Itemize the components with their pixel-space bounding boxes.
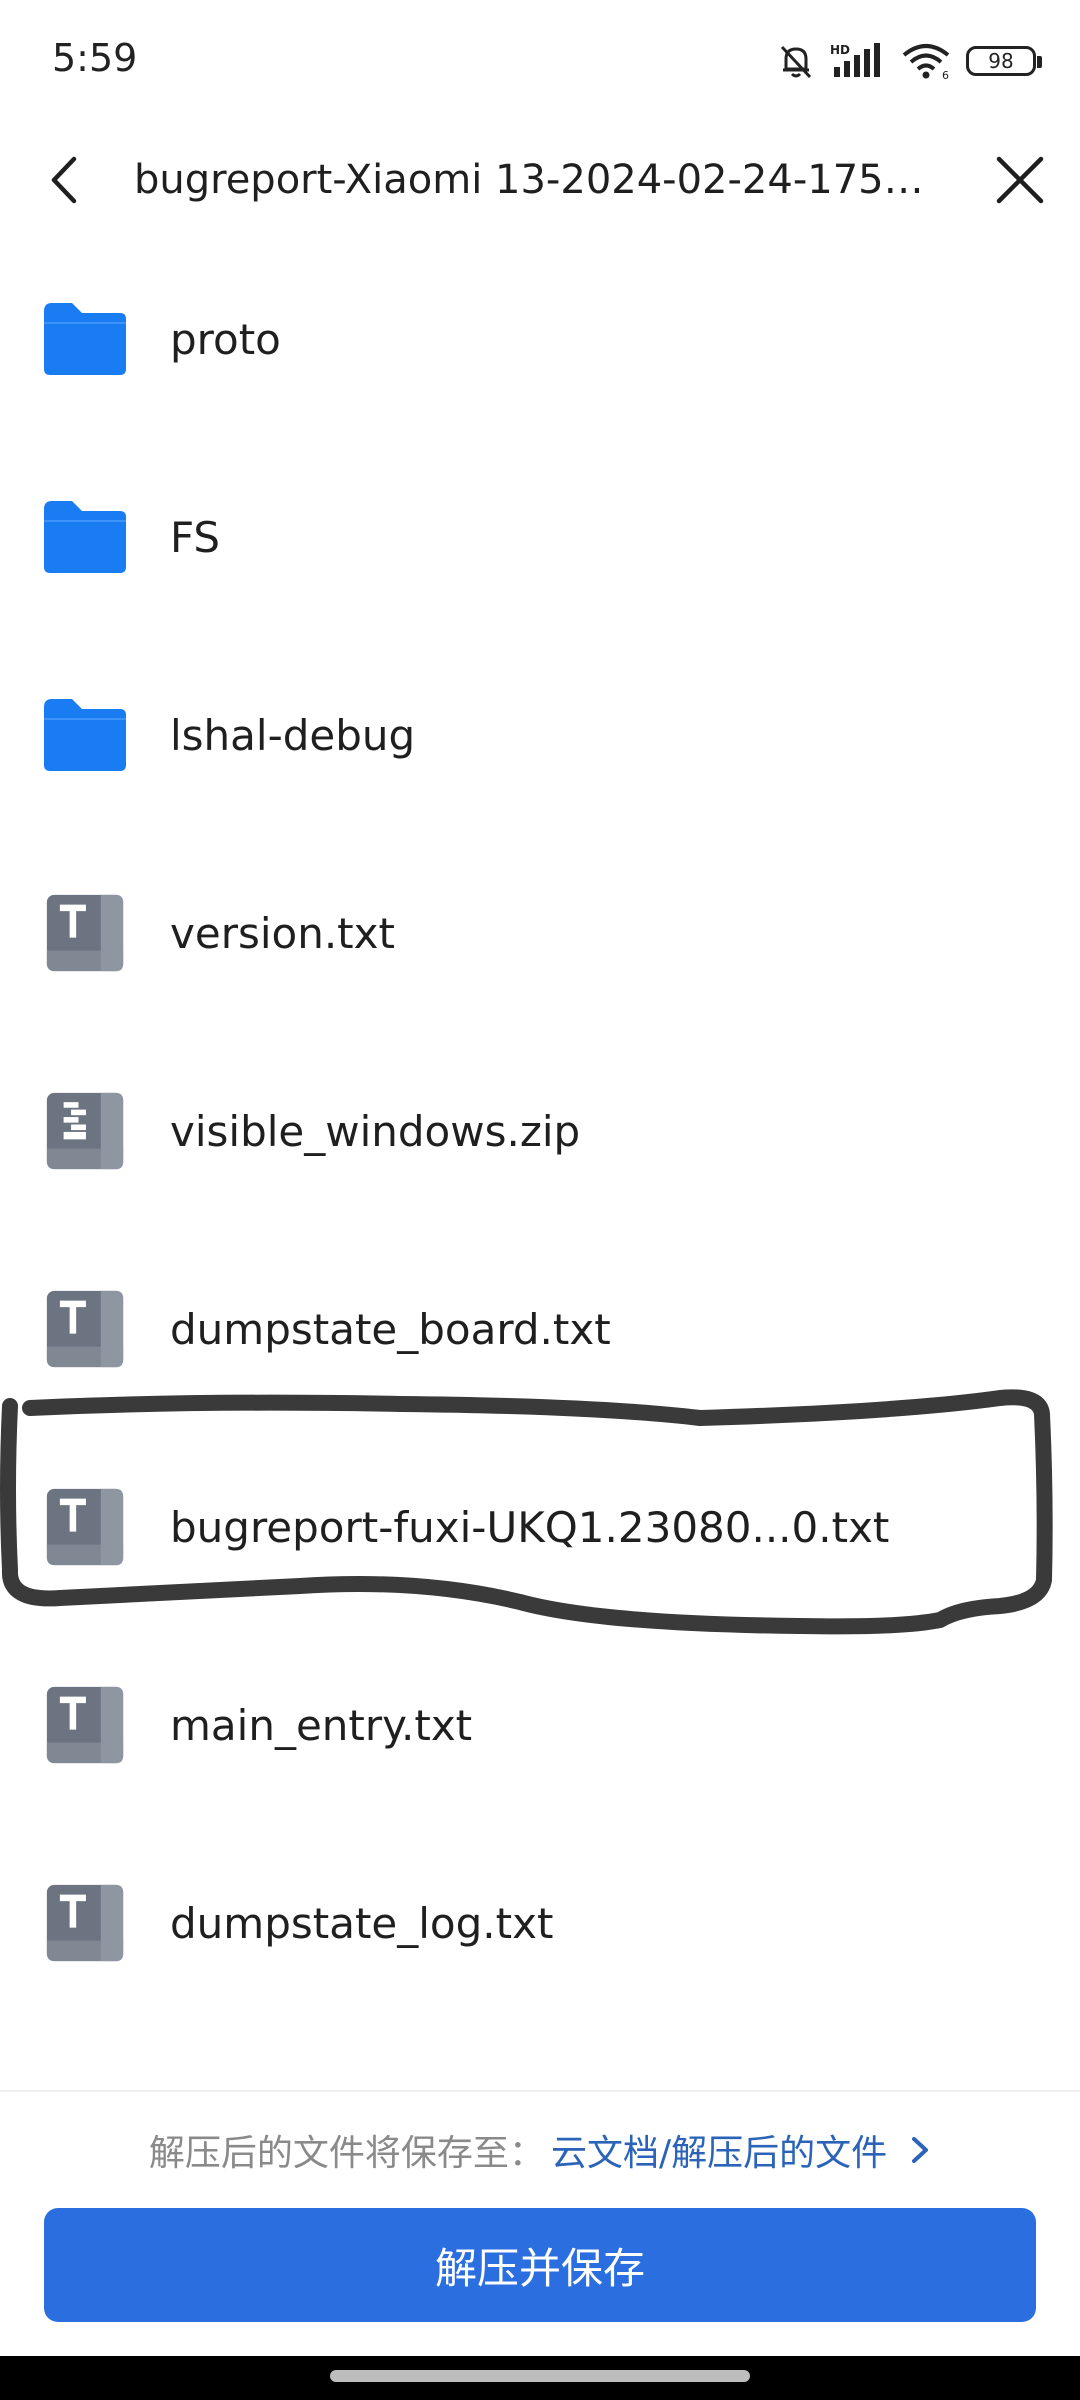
svg-text:6: 6 bbox=[942, 69, 949, 81]
extract-and-save-button[interactable]: 解压并保存 bbox=[44, 2208, 1036, 2322]
battery-icon: 98 bbox=[966, 46, 1042, 76]
folder-icon bbox=[44, 699, 126, 771]
file-name: dumpstate_log.txt bbox=[170, 1898, 554, 1948]
save-path-label: 解压后的文件将保存至： bbox=[148, 2133, 545, 2174]
svg-text:HD: HD bbox=[830, 43, 850, 57]
navigation-bar bbox=[0, 2356, 1080, 2400]
hd-signal-icon: HD bbox=[830, 43, 880, 77]
file-row-bugreport-fuxi[interactable]: bugreport-fuxi-UKQ1.23080...0.txt bbox=[0, 1428, 1080, 1626]
file-name: dumpstate_board.txt bbox=[170, 1304, 611, 1354]
page-title: bugreport-Xiaomi 13-2024-02-24-175… bbox=[134, 157, 924, 203]
bottom-divider bbox=[0, 2090, 1080, 2092]
text-file-icon bbox=[46, 1488, 124, 1566]
text-file-icon bbox=[46, 1290, 124, 1368]
wifi-icon: 6 bbox=[902, 44, 950, 81]
text-file-icon bbox=[46, 894, 124, 972]
file-row-dumpstate-log[interactable]: dumpstate_log.txt bbox=[0, 1824, 1080, 2022]
status-time: 5:59 bbox=[52, 36, 138, 80]
file-name: bugreport-fuxi-UKQ1.23080...0.txt bbox=[170, 1502, 890, 1552]
file-row-fs[interactable]: FS bbox=[0, 438, 1080, 636]
text-file-icon bbox=[46, 1884, 124, 1962]
file-row-main-entry[interactable]: main_entry.txt bbox=[0, 1626, 1080, 1824]
back-arrow-icon bbox=[51, 156, 77, 204]
home-indicator[interactable] bbox=[330, 2370, 750, 2382]
file-name: FS bbox=[170, 512, 221, 562]
close-button[interactable] bbox=[982, 140, 1058, 220]
file-name: version.txt bbox=[170, 908, 395, 958]
file-row-dumpstate-board[interactable]: dumpstate_board.txt bbox=[0, 1230, 1080, 1428]
file-row-lshal-debug[interactable]: lshal-debug bbox=[0, 636, 1080, 834]
zip-file-icon bbox=[46, 1092, 124, 1170]
save-path-row[interactable]: 解压后的文件将保存至： 云文档/解压后的文件 bbox=[0, 2120, 1080, 2180]
file-row-proto[interactable]: proto bbox=[0, 240, 1080, 438]
bell-muted-icon bbox=[780, 45, 812, 79]
close-icon bbox=[996, 156, 1044, 204]
text-file-icon bbox=[46, 1686, 124, 1764]
file-name: proto bbox=[170, 314, 281, 364]
status-icons: HD 6 98 bbox=[776, 38, 1042, 84]
header: bugreport-Xiaomi 13-2024-02-24-175… bbox=[0, 120, 1080, 240]
file-name: main_entry.txt bbox=[170, 1700, 473, 1750]
chevron-right-icon bbox=[912, 2137, 929, 2163]
save-path-link[interactable]: 云文档/解压后的文件 bbox=[551, 2124, 887, 2176]
file-list: proto FS lshal-debug version.txt visible… bbox=[0, 240, 1080, 2022]
file-name: lshal-debug bbox=[170, 710, 416, 760]
folder-icon bbox=[44, 501, 126, 573]
status-bar: 5:59 HD 6 98 bbox=[0, 0, 1080, 120]
file-name: visible_windows.zip bbox=[170, 1106, 581, 1156]
file-row-visible-windows[interactable]: visible_windows.zip bbox=[0, 1032, 1080, 1230]
file-row-version[interactable]: version.txt bbox=[0, 834, 1080, 1032]
folder-icon bbox=[44, 303, 126, 375]
back-button[interactable] bbox=[28, 140, 100, 220]
